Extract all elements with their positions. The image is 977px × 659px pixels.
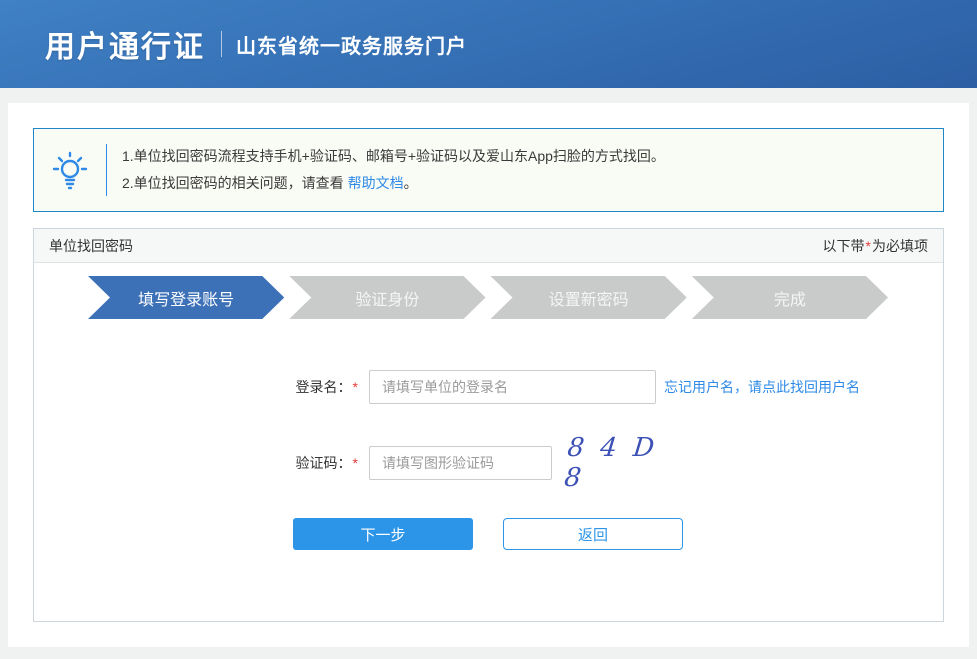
page-title: 用户通行证 xyxy=(45,22,205,66)
notice-box: 1.单位找回密码流程支持手机+验证码、邮箱号+验证码以及爱山东App扫脸的方式找… xyxy=(33,128,944,212)
step-set-new-password: 设置新密码 xyxy=(491,276,687,319)
required-asterisk: * xyxy=(352,455,359,471)
step-complete: 完成 xyxy=(692,276,888,319)
help-doc-link[interactable]: 帮助文档 xyxy=(348,175,404,191)
lightbulb-icon xyxy=(34,150,106,190)
step-indicator: 填写登录账号 验证身份 设置新密码 完成 xyxy=(88,276,888,319)
login-name-input[interactable] xyxy=(369,370,656,404)
header-subtitle: 山东省统一政务服务门户 xyxy=(236,30,467,59)
required-asterisk: * xyxy=(865,238,872,254)
notice-line-1: 1.单位找回密码流程支持手机+验证码、邮箱号+验证码以及爱山东App扫脸的方式找… xyxy=(122,143,665,170)
panel-header: 单位找回密码 以下带*为必填项 xyxy=(34,229,943,263)
next-step-button[interactable]: 下一步 xyxy=(293,518,473,550)
step-verify-identity: 验证身份 xyxy=(289,276,485,319)
button-row: 下一步 返回 xyxy=(34,518,943,550)
captcha-image[interactable]: 8 4 D 8 xyxy=(564,446,678,480)
notice-line-2: 2.单位找回密码的相关问题，请查看 帮助文档。 xyxy=(122,170,665,197)
login-name-label: 登录名：* xyxy=(34,377,369,397)
login-name-row: 登录名：* 忘记用户名，请点此找回用户名 xyxy=(34,370,943,404)
captcha-row: 验证码：* 8 4 D 8 xyxy=(34,446,943,480)
captcha-input[interactable] xyxy=(369,446,552,480)
header-divider xyxy=(221,31,222,57)
notice-text: 1.单位找回密码流程支持手机+验证码、邮箱号+验证码以及爱山东App扫脸的方式找… xyxy=(107,143,665,197)
main-container: 1.单位找回密码流程支持手机+验证码、邮箱号+验证码以及爱山东App扫脸的方式找… xyxy=(8,103,969,647)
back-button[interactable]: 返回 xyxy=(503,518,683,550)
header: 用户通行证 山东省统一政务服务门户 xyxy=(0,0,977,88)
panel-title: 单位找回密码 xyxy=(49,236,133,256)
password-recovery-panel: 单位找回密码 以下带*为必填项 填写登录账号 验证身份 设置新密码 完成 登录名… xyxy=(33,228,944,622)
forgot-username-link[interactable]: 忘记用户名，请点此找回用户名 xyxy=(664,377,860,397)
step-fill-account: 填写登录账号 xyxy=(88,276,284,319)
required-note: 以下带*为必填项 xyxy=(823,236,928,256)
required-asterisk: * xyxy=(352,379,359,395)
captcha-label: 验证码：* xyxy=(34,453,369,473)
